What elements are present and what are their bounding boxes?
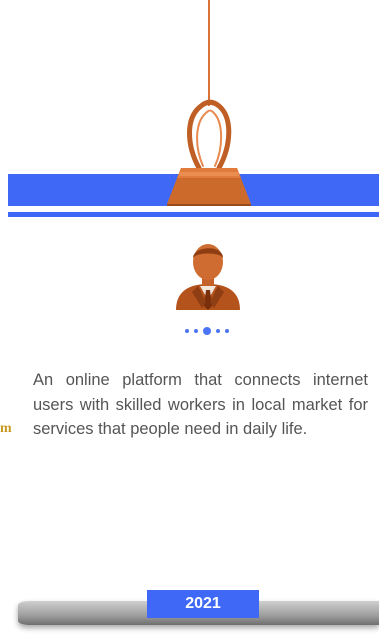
year-badge: 2021 bbox=[147, 590, 259, 618]
pager-dot[interactable] bbox=[216, 329, 220, 333]
pager-dot-active[interactable] bbox=[203, 327, 211, 335]
timeline-rule bbox=[8, 212, 379, 217]
binder-clip-icon bbox=[167, 99, 251, 206]
pager-dot[interactable] bbox=[194, 329, 198, 333]
side-logo: m bbox=[0, 421, 12, 436]
carousel-pager bbox=[185, 326, 229, 336]
timeline-description: An online platform that connects interne… bbox=[33, 371, 368, 438]
pager-dot[interactable] bbox=[185, 329, 189, 333]
hanging-string bbox=[208, 0, 210, 106]
businessman-avatar-icon bbox=[176, 244, 240, 310]
pager-dot[interactable] bbox=[225, 329, 229, 333]
